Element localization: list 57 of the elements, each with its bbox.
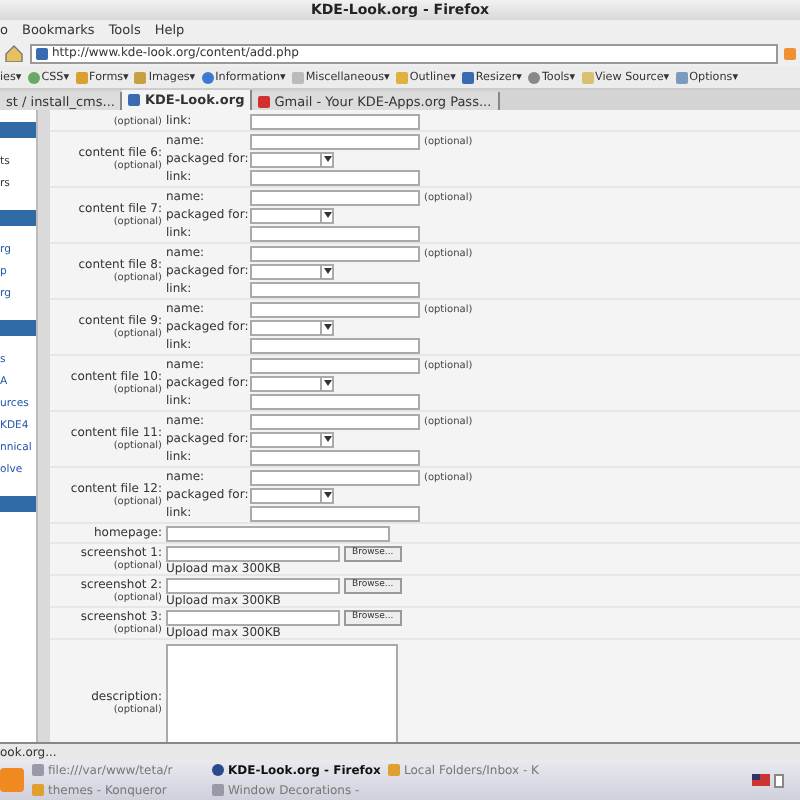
tool-icon xyxy=(27,71,40,83)
window-icon xyxy=(388,764,400,776)
caret-icon xyxy=(323,268,331,274)
caret-icon xyxy=(323,156,331,162)
homepage-field[interactable] xyxy=(166,525,390,541)
caret-icon xyxy=(323,324,331,330)
tool-icon xyxy=(395,71,408,83)
description-field[interactable] xyxy=(166,644,398,742)
packaged-for-select[interactable] xyxy=(250,263,334,279)
link-field[interactable] xyxy=(250,337,420,353)
link-field[interactable] xyxy=(250,281,420,297)
clipboard-icon xyxy=(774,773,784,787)
name-field[interactable] xyxy=(250,189,420,205)
packaged-for-select[interactable] xyxy=(250,207,334,223)
link-field[interactable] xyxy=(250,449,420,465)
sidebar-header xyxy=(0,210,36,226)
launcher-icon[interactable] xyxy=(0,768,24,792)
file-field[interactable] xyxy=(166,545,340,561)
caret-icon xyxy=(323,380,331,386)
packaged-for-select[interactable] xyxy=(250,431,334,447)
tab-icon xyxy=(258,95,271,107)
name-field[interactable] xyxy=(250,133,420,149)
flag-icon xyxy=(752,774,770,786)
page-icon xyxy=(36,47,48,59)
caret-icon xyxy=(323,436,331,442)
tool-icon xyxy=(201,71,214,83)
name-field[interactable] xyxy=(250,469,420,485)
file-field[interactable] xyxy=(166,577,340,593)
tool-icon xyxy=(527,71,540,83)
feed-icon xyxy=(784,47,796,59)
link-field[interactable] xyxy=(250,505,420,521)
packaged-for-select[interactable] xyxy=(250,151,334,167)
tool-icon xyxy=(134,71,147,83)
name-field[interactable] xyxy=(250,301,420,317)
packaged-for-select[interactable] xyxy=(250,319,334,335)
link-field[interactable] xyxy=(250,169,420,185)
packaged-for-select[interactable] xyxy=(250,375,334,391)
name-field[interactable] xyxy=(250,357,420,373)
tool-icon xyxy=(675,71,688,83)
sidebar-header xyxy=(0,496,36,512)
home-icon[interactable] xyxy=(4,44,24,62)
tool-icon xyxy=(291,71,304,83)
link-field[interactable] xyxy=(250,393,420,409)
caret-icon xyxy=(323,492,331,498)
name-field[interactable] xyxy=(250,413,420,429)
tool-icon xyxy=(581,71,594,83)
sidebar-header xyxy=(0,122,36,138)
tab-icon xyxy=(128,94,141,106)
tool-icon xyxy=(461,71,474,83)
link-field[interactable] xyxy=(250,225,420,241)
link-field[interactable] xyxy=(250,113,420,129)
packaged-for-select[interactable] xyxy=(250,487,334,503)
file-field[interactable] xyxy=(166,609,340,625)
tool-icon xyxy=(75,71,88,83)
sidebar-header xyxy=(0,320,36,336)
name-field[interactable] xyxy=(250,245,420,261)
caret-icon xyxy=(323,212,331,218)
